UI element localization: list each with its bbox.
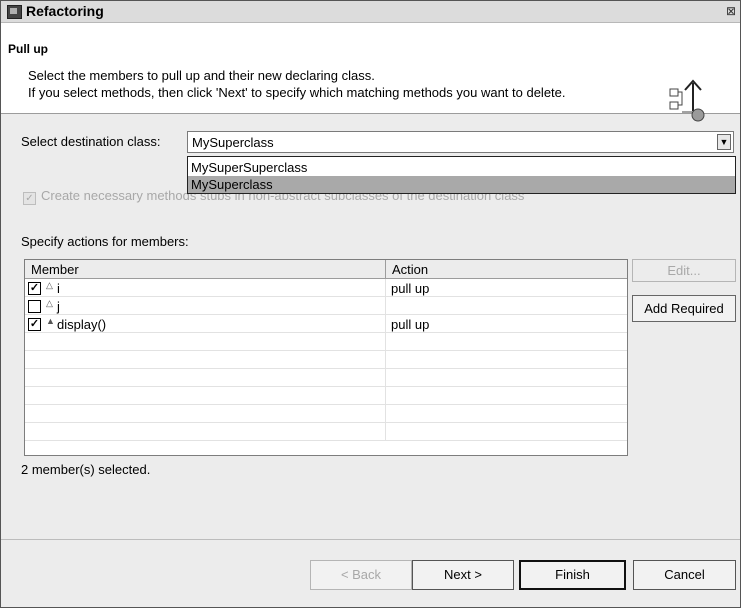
table-row-empty bbox=[25, 405, 627, 423]
empty-cell bbox=[25, 423, 386, 441]
column-header-action[interactable]: Action bbox=[386, 260, 627, 279]
empty-cell bbox=[25, 333, 386, 351]
member-checkbox[interactable]: ✓ bbox=[28, 282, 41, 295]
member-action[interactable]: pull up bbox=[391, 317, 429, 332]
members-label: Specify actions for members: bbox=[21, 234, 189, 249]
wizard-header: Pull up Select the members to pull up an… bbox=[1, 23, 740, 122]
member-cell: ✓ △ i bbox=[25, 279, 386, 297]
member-name: display() bbox=[57, 317, 107, 332]
destination-class-label: Select destination class: bbox=[21, 134, 161, 149]
destination-class-value: MySuperclass bbox=[192, 135, 274, 150]
members-table: Member Action ✓ △ i pull up △ j ✓ ▲ disp… bbox=[24, 259, 628, 456]
table-row[interactable]: ✓ ▲ display() pull up bbox=[25, 315, 627, 333]
chevron-down-icon[interactable]: ▼ bbox=[717, 134, 731, 150]
dropdown-option-selected[interactable]: MySuperclass bbox=[188, 176, 735, 193]
close-icon[interactable]: ⊠ bbox=[724, 4, 738, 18]
button-bar-separator bbox=[1, 539, 740, 540]
table-row-empty bbox=[25, 369, 627, 387]
table-row-empty bbox=[25, 351, 627, 369]
checkbox-icon: ✓ bbox=[23, 192, 36, 205]
member-cell: ✓ ▲ display() bbox=[25, 315, 386, 333]
selection-status: 2 member(s) selected. bbox=[21, 462, 151, 477]
column-header-member[interactable]: Member bbox=[25, 260, 386, 279]
edit-button[interactable]: Edit... bbox=[632, 259, 736, 282]
member-action[interactable]: pull up bbox=[391, 281, 429, 296]
member-checkbox[interactable] bbox=[28, 300, 41, 313]
title-bar: Refactoring ⊠ bbox=[1, 1, 740, 23]
member-name: j bbox=[57, 299, 60, 314]
empty-cell bbox=[25, 351, 386, 369]
dropdown-option[interactable]: MySuperSuperclass bbox=[188, 159, 735, 176]
add-required-button[interactable]: Add Required bbox=[632, 295, 736, 322]
destination-dropdown-list: MySuperSuperclass MySuperclass bbox=[187, 156, 736, 194]
table-row-empty bbox=[25, 387, 627, 405]
method-icon: ▲ bbox=[46, 316, 55, 326]
description-line-1: Select the members to pull up and their … bbox=[28, 68, 375, 83]
table-row[interactable]: △ j bbox=[25, 297, 627, 315]
empty-cell bbox=[25, 405, 386, 423]
next-button[interactable]: Next > bbox=[412, 560, 514, 590]
description-line-2: If you select methods, then click 'Next'… bbox=[28, 85, 566, 100]
table-row[interactable]: ✓ △ i pull up bbox=[25, 279, 627, 297]
member-cell: △ j bbox=[25, 297, 386, 315]
empty-cell bbox=[25, 387, 386, 405]
field-icon: △ bbox=[46, 298, 53, 308]
destination-class-combo[interactable]: MySuperclass ▼ bbox=[187, 131, 734, 153]
empty-cell bbox=[25, 369, 386, 387]
app-icon bbox=[7, 5, 22, 19]
member-checkbox[interactable]: ✓ bbox=[28, 318, 41, 331]
table-row-empty bbox=[25, 333, 627, 351]
refactoring-dialog: Refactoring ⊠ Pull up Select the members… bbox=[0, 0, 741, 608]
window-title: Refactoring bbox=[26, 3, 104, 19]
page-title: Pull up bbox=[8, 42, 48, 56]
table-row-empty bbox=[25, 423, 627, 441]
back-button[interactable]: < Back bbox=[310, 560, 412, 590]
field-icon: △ bbox=[46, 280, 53, 290]
finish-button[interactable]: Finish bbox=[519, 560, 626, 590]
member-name: i bbox=[57, 281, 60, 296]
pull-up-wizard-icon bbox=[669, 79, 705, 122]
cancel-button[interactable]: Cancel bbox=[633, 560, 736, 590]
page-description: Select the members to pull up and their … bbox=[28, 67, 566, 101]
